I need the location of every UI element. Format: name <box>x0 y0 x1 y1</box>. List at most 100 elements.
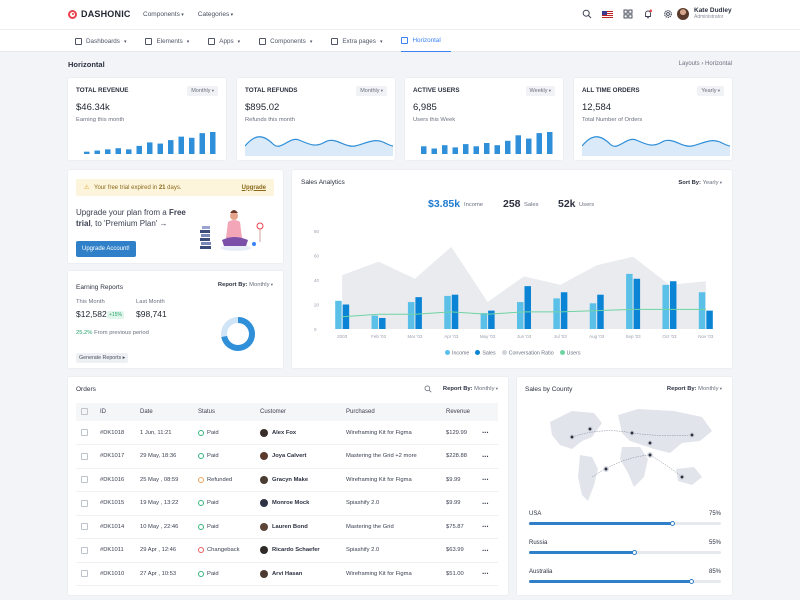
generate-reports-button[interactable]: Generate Reports <box>76 353 129 363</box>
last-month-value: $98,741 <box>136 309 167 319</box>
stat-bar <box>431 148 437 154</box>
row-checkbox[interactable] <box>81 570 88 578</box>
orders-table: ID Date Status Customer Purchased Revenu… <box>76 403 498 586</box>
county-report-by[interactable]: Report By: Monthly <box>667 386 722 392</box>
stat-period-select[interactable]: Yearly <box>697 86 724 96</box>
orders-period-select[interactable]: Monthly <box>474 386 498 392</box>
select-all-checkbox[interactable] <box>81 408 88 416</box>
income-bar <box>335 300 342 329</box>
stat-bar <box>463 144 469 154</box>
orders-table-row[interactable]: #DK1018 1 Jun, 11:21 Paid Alex Fox Wireframi… <box>76 421 498 445</box>
earning-reports-card: Earning Reports Report By: Monthly This … <box>68 271 283 368</box>
stat-bar <box>105 149 111 154</box>
status-badge: Refunded <box>198 476 260 483</box>
legend-item[interactable]: Users <box>559 350 581 357</box>
y-tick-label: 40 <box>314 278 320 283</box>
county-progress-fill <box>529 522 673 525</box>
apps-grid-icon[interactable] <box>623 9 633 19</box>
more-actions-icon[interactable]: ··· <box>482 475 489 484</box>
orders-table-row[interactable]: #DK1011 29 Apr , 12:46 Changeback Ricardo S… <box>76 538 498 563</box>
orders-table-row[interactable]: #DK1016 25 May , 08:59 Refunded Gracyn Make… <box>76 468 498 492</box>
chevron-down-icon <box>380 38 383 45</box>
search-icon[interactable] <box>582 9 592 19</box>
bell-icon[interactable] <box>643 9 653 19</box>
stat-subtitle: Earning this month <box>76 117 125 123</box>
orders-table-row[interactable]: #DK1014 10 May , 22:46 Paid Lauren Bond Mast… <box>76 515 498 539</box>
more-actions-icon[interactable]: ··· <box>482 522 489 531</box>
stat-bar <box>421 146 427 154</box>
county-percent: 55% <box>708 540 721 546</box>
row-checkbox[interactable] <box>81 476 88 484</box>
customer: Ricardo Schaefer <box>260 546 346 555</box>
more-actions-icon[interactable]: ··· <box>482 452 489 461</box>
nav-components[interactable]: Components <box>259 30 322 52</box>
order-revenue: $9.99 <box>446 468 482 492</box>
more-actions-icon[interactable]: ··· <box>482 499 489 508</box>
trial-upgrade-link[interactable]: Upgrade <box>242 185 266 191</box>
legend-label: Conversation Ratio <box>508 350 554 357</box>
status-label: Paid <box>207 500 219 507</box>
customer-name: Arvi Hasan <box>272 570 303 577</box>
user-name: Kate Dudley <box>694 7 732 14</box>
top-menu-components[interactable]: Components <box>143 11 184 18</box>
stat-period-select[interactable]: Monthly <box>356 86 387 96</box>
more-actions-icon[interactable]: ··· <box>482 546 489 555</box>
settings-gear-icon[interactable] <box>663 9 673 19</box>
orders-table-row[interactable]: #DK1017 29 May, 18:36 Paid Joya Calvert Mast… <box>76 444 498 469</box>
orders-report-by[interactable]: Report By: Monthly <box>443 386 498 392</box>
order-revenue: $51.00 <box>446 562 482 586</box>
earning-report-by[interactable]: Report By: Monthly <box>218 282 273 288</box>
row-checkbox[interactable] <box>81 452 88 460</box>
county-progress-fill <box>529 551 635 554</box>
sales-period-select[interactable]: Yearly <box>703 180 722 186</box>
nav-apps[interactable]: Apps <box>208 30 250 52</box>
stat-sparkline <box>421 132 553 154</box>
orders-search-icon[interactable] <box>424 385 432 393</box>
earning-period-select[interactable]: Monthly <box>249 282 273 288</box>
row-checkbox[interactable] <box>81 428 88 436</box>
income-bar <box>553 298 560 329</box>
order-customer-cell: Joya Calvert <box>260 444 346 469</box>
order-id: #DK1015 <box>100 491 140 516</box>
orders-table-row[interactable]: #DK1010 27 Apr , 10:53 Paid Arvi Hasan Wiref… <box>76 562 498 586</box>
col-status[interactable]: Status <box>198 403 260 421</box>
col-date[interactable]: Date <box>140 403 198 421</box>
upgrade-account-button[interactable]: Upgrade Account! <box>76 241 136 257</box>
stat-period-select[interactable]: Monthly <box>187 86 218 96</box>
orders-table-row[interactable]: #DK1015 19 May , 13:22 Paid Monroe Mock Spia… <box>76 491 498 516</box>
customer-name: Ricardo Schaefer <box>272 547 320 554</box>
county-period-select[interactable]: Monthly <box>698 386 722 392</box>
row-checkbox[interactable] <box>81 546 88 554</box>
col-customer[interactable]: Customer <box>260 403 346 421</box>
legend-item[interactable]: Income <box>445 350 469 357</box>
col-revenue[interactable]: Revenue <box>446 403 482 421</box>
brand-logo[interactable]: DASHONIC <box>68 9 131 19</box>
row-checkbox[interactable] <box>81 523 88 531</box>
stat-period-select[interactable]: Weekly <box>525 86 555 96</box>
col-id[interactable]: ID <box>100 403 140 421</box>
user-menu[interactable]: Kate Dudley Administrator <box>677 7 732 20</box>
status-label: Changeback <box>207 547 240 554</box>
nav-elements[interactable]: Elements <box>145 30 199 52</box>
more-actions-icon[interactable]: ··· <box>482 428 489 437</box>
order-date: 19 May , 13:22 <box>140 491 198 516</box>
legend-item[interactable]: Sales <box>475 350 496 357</box>
income-bar <box>698 292 706 329</box>
nav-dashboards[interactable]: Dashboards <box>75 30 136 52</box>
county-title: Sales by County <box>525 386 573 393</box>
nav-horizontal[interactable]: Horizontal <box>401 30 451 52</box>
breadcrumb[interactable]: Layouts › Horizontal <box>679 61 732 67</box>
row-checkbox[interactable] <box>81 499 88 507</box>
us-flag-icon[interactable] <box>602 10 613 18</box>
nav-extra-pages[interactable]: Extra pages <box>331 30 392 52</box>
top-menu-categories[interactable]: Categories <box>198 11 233 18</box>
legend-item[interactable]: Conversation Ratio <box>501 350 554 357</box>
order-revenue: $63.99 <box>446 538 482 563</box>
sales-sort-by[interactable]: Sort By: Yearly <box>678 180 722 186</box>
county-row: Russia 55% <box>529 540 721 555</box>
customer-avatar <box>260 452 268 461</box>
customer-name: Lauren Bond <box>272 523 308 530</box>
stat-title: TOTAL REFUNDS <box>245 87 298 94</box>
col-purchased[interactable]: Purchased <box>346 403 446 421</box>
more-actions-icon[interactable]: ··· <box>482 569 489 578</box>
